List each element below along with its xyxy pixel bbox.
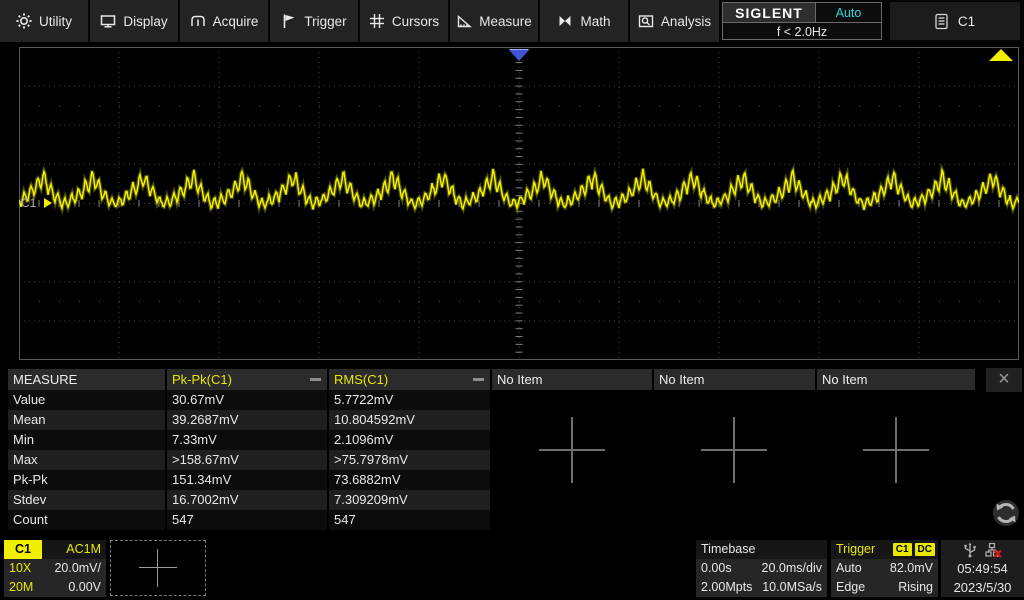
acquire-icon (190, 13, 206, 29)
menu-analysis[interactable]: Analysis (630, 0, 719, 42)
menu-analysis-label: Analysis (661, 14, 711, 29)
trigger-delay: 0.00s (696, 559, 732, 578)
menu-cursors-label: Cursors (392, 14, 439, 29)
cursors-icon (369, 13, 385, 29)
menu-display-label: Display (123, 14, 167, 29)
memory-depth: 2.00Mpts (696, 578, 752, 597)
graticule (19, 47, 1019, 360)
menu-acquire[interactable]: Acquire (180, 0, 268, 42)
waveform-display (19, 47, 1019, 360)
menu-utility[interactable]: Utility (0, 0, 88, 42)
timebase-title: Timebase (696, 540, 755, 559)
trigger-level-marker[interactable] (989, 49, 1013, 61)
system-status-box[interactable]: 05:49:54 2023/5/30 (941, 540, 1024, 597)
trigger-slope: Rising (865, 578, 938, 597)
menubar: Utility Display Acquire Trigger Cursors … (0, 0, 1024, 42)
bandwidth-limit: 20M (4, 578, 33, 597)
channel-offset-label: C1 (21, 196, 36, 210)
active-channel-indicator[interactable]: C1 (890, 2, 1020, 40)
measure-panel-title: MEASURE (8, 369, 165, 390)
timebase-box[interactable]: Timebase 0.00s 20.0ms/div 2.00Mpts 10.0M… (696, 540, 827, 597)
measure-row-stdev: Stdev 16.7002mV 7.309209mV (8, 490, 490, 510)
remove-measure-icon[interactable] (310, 378, 321, 381)
trigger-source-badge: C1 (893, 543, 912, 556)
usb-icon (963, 542, 977, 558)
math-icon (557, 13, 573, 29)
menu-trigger[interactable]: Trigger (270, 0, 358, 42)
measure-col-empty-2[interactable]: No Item (654, 369, 815, 390)
menu-measure-label: Measure (479, 14, 532, 29)
measure-col-rms[interactable]: RMS(C1) (329, 369, 490, 390)
refresh-icon (991, 498, 1021, 528)
add-measurement-button[interactable] (539, 417, 605, 483)
menu-math[interactable]: Math (540, 0, 628, 42)
menu-trigger-label: Trigger (304, 14, 346, 29)
time-per-div: 20.0ms/div (732, 559, 827, 578)
channel-offset: 0.00V (33, 578, 106, 597)
measure-row-mean: Mean 39.2687mV 10.804592mV (8, 410, 490, 430)
measure-row-value: Value 30.67mV 5.7722mV (8, 390, 490, 410)
plus-icon (139, 567, 177, 568)
probe-attenuation: 10X (4, 559, 31, 578)
brand-logo: SIGLENT (723, 3, 816, 22)
plus-icon (157, 549, 158, 587)
reset-statistics-button[interactable] (991, 498, 1021, 528)
channel-name-badge: C1 (4, 540, 42, 559)
trigger-box[interactable]: Trigger C1 DC Auto 82.0mV Edge Rising (831, 540, 938, 597)
channel-descriptor-box[interactable]: C1 AC1M 10X 20.0mV/ 20M 0.00V (4, 540, 106, 597)
measure-row-min: Min 7.33mV 2.1096mV (8, 430, 490, 450)
system-date: 2023/5/30 (941, 578, 1024, 597)
channel-offset-marker[interactable] (44, 198, 52, 208)
measure-row-pkpk: Pk-Pk 151.34mV 73.6882mV (8, 470, 490, 490)
menu-utility-label: Utility (39, 14, 72, 29)
trigger-type: Edge (831, 578, 865, 597)
frequency-counter: f < 2.0Hz (723, 23, 881, 40)
menu-cursors[interactable]: Cursors (360, 0, 448, 42)
add-channel-button[interactable] (110, 540, 206, 596)
trigger-coupling-badge: DC (915, 543, 935, 556)
trigger-level: 82.0mV (862, 559, 938, 578)
acquisition-status-box[interactable]: SIGLENT Auto f < 2.0Hz (722, 2, 882, 40)
analysis-icon (638, 13, 654, 29)
menu-acquire-label: Acquire (213, 14, 259, 29)
close-measure-panel-button[interactable]: × (986, 368, 1022, 392)
volts-per-div: 20.0mV/ (31, 559, 106, 578)
lan-disconnected-icon (985, 542, 1002, 558)
measure-icon (456, 13, 472, 29)
measure-row-count: Count 547 547 (8, 510, 490, 530)
menu-measure[interactable]: Measure (450, 0, 538, 42)
measure-col-empty-1[interactable]: No Item (492, 369, 652, 390)
notes-icon (935, 13, 948, 30)
measure-row-max: Max >158.67mV >75.7978mV (8, 450, 490, 470)
system-time: 05:49:54 (941, 559, 1024, 578)
acquisition-mode: Auto (816, 3, 881, 22)
trigger-flag-icon (281, 13, 297, 29)
channel-coupling: AC1M (42, 540, 106, 559)
add-measurement-button[interactable] (863, 417, 929, 483)
add-measurement-button[interactable] (701, 417, 767, 483)
oscilloscope-screen: Utility Display Acquire Trigger Cursors … (0, 0, 1024, 600)
display-icon (100, 13, 116, 29)
trigger-mode: Auto (831, 559, 862, 578)
menu-display[interactable]: Display (90, 0, 178, 42)
measure-col-pkpk[interactable]: Pk-Pk(C1) (167, 369, 327, 390)
active-channel-label: C1 (958, 14, 975, 29)
trigger-position-marker[interactable] (509, 50, 529, 61)
trigger-title: Trigger (831, 540, 875, 559)
measure-col-empty-3[interactable]: No Item (817, 369, 975, 390)
sample-rate: 10.0MSa/s (752, 578, 827, 597)
remove-measure-icon[interactable] (473, 378, 484, 381)
menu-math-label: Math (580, 14, 610, 29)
gear-icon (16, 13, 32, 29)
